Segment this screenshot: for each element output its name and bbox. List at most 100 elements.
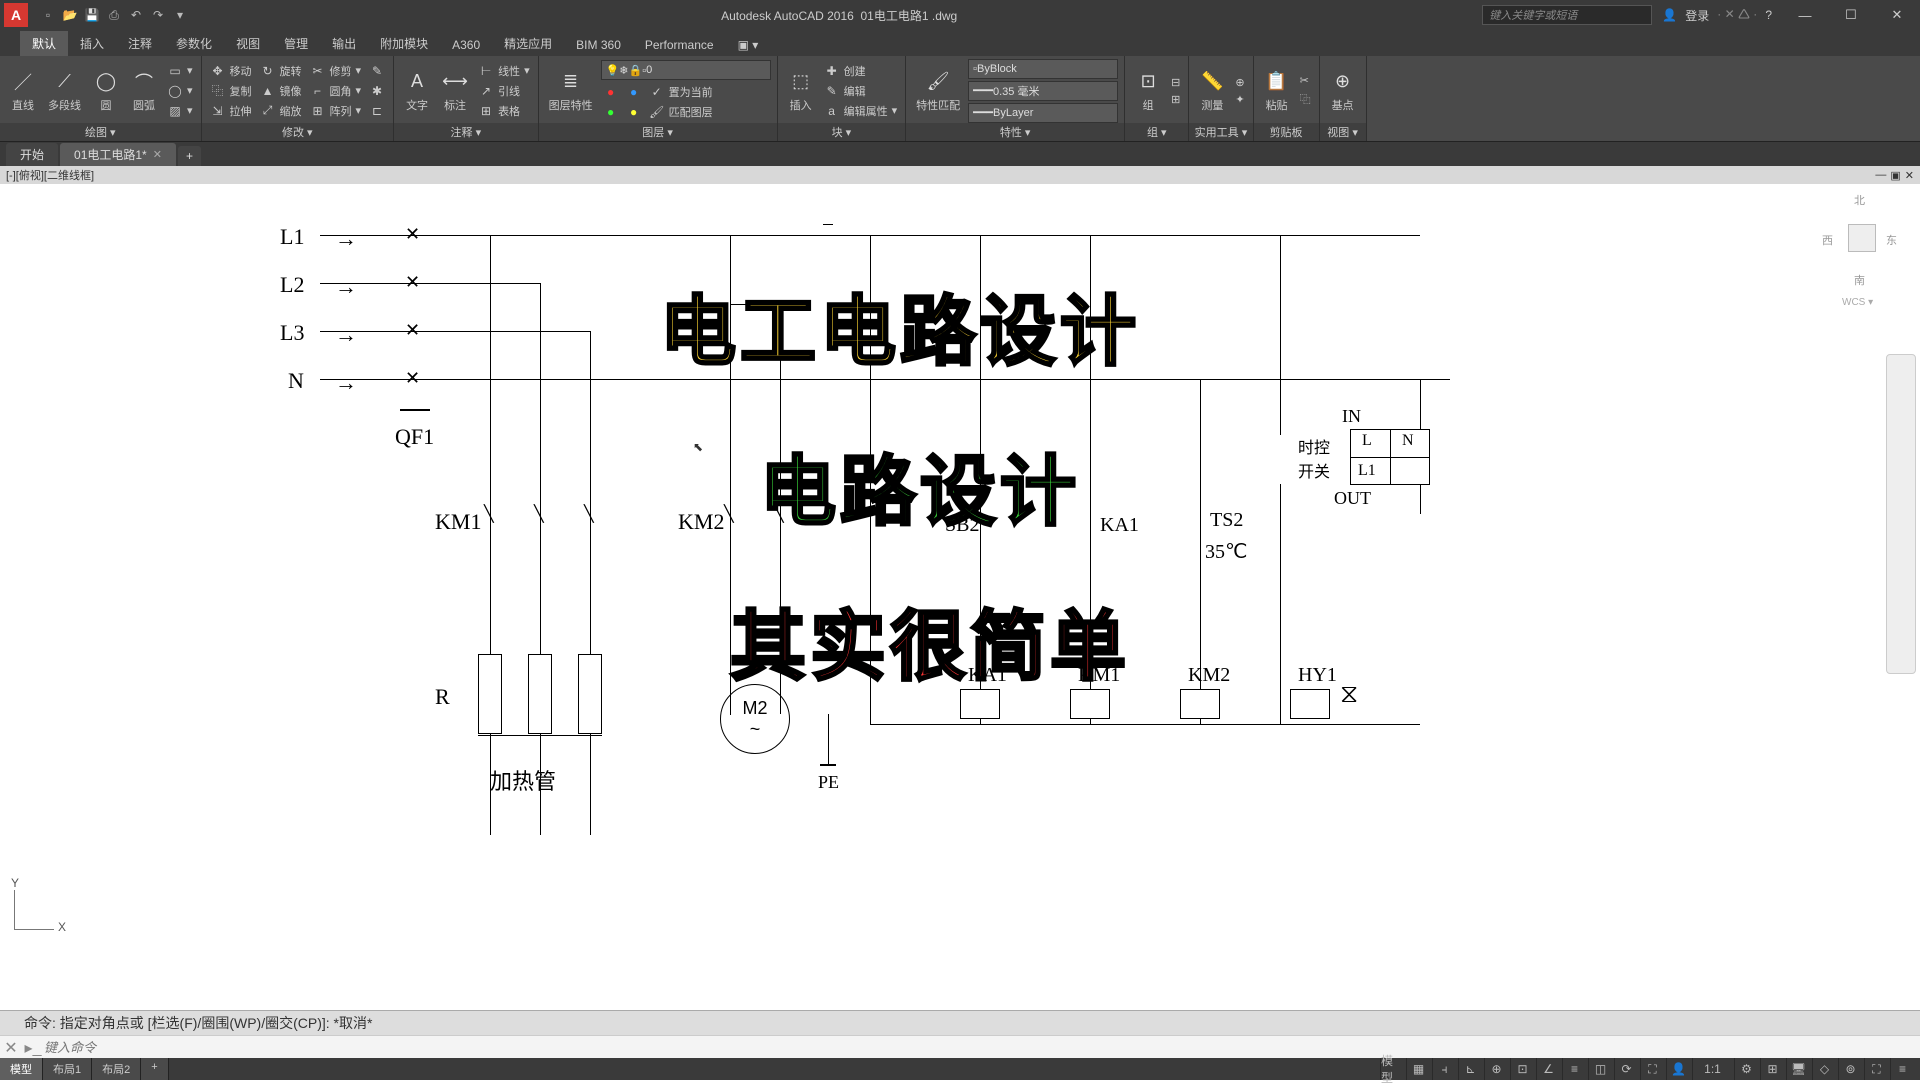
ortho-icon[interactable]: ⊾ xyxy=(1458,1058,1482,1080)
tab-manage[interactable]: 管理 xyxy=(272,31,320,56)
linear-button[interactable]: ⊢线性▾ xyxy=(476,62,532,80)
osnap-icon[interactable]: ⊡ xyxy=(1510,1058,1534,1080)
lweight-icon[interactable]: ≡ xyxy=(1562,1058,1586,1080)
fillet-button[interactable]: ⌐圆角▾ xyxy=(308,82,364,100)
arc-button[interactable]: ⌒圆弧 xyxy=(127,67,161,115)
close-tab-icon[interactable]: ✕ xyxy=(153,148,162,161)
ellipse-button[interactable]: ◯▾ xyxy=(165,82,195,100)
layout2-tab[interactable]: 布局2 xyxy=(92,1058,141,1080)
linetype-dropdown[interactable]: ━━━ ByLayer xyxy=(968,103,1118,123)
paste-button[interactable]: 📋粘贴 xyxy=(1260,67,1294,115)
rect-button[interactable]: ▭▾ xyxy=(165,62,195,80)
tab-performance[interactable]: Performance xyxy=(633,34,726,56)
tab-a360[interactable]: A360 xyxy=(440,34,492,56)
login-icon[interactable]: 👤 xyxy=(1662,8,1677,22)
close-button[interactable]: ✕ xyxy=(1874,0,1920,30)
qat-more-icon[interactable]: ▾ xyxy=(170,5,190,25)
table-button[interactable]: ⊞表格 xyxy=(476,102,532,120)
copy-button[interactable]: ⿻复制 xyxy=(208,82,254,100)
stretch-button[interactable]: ⇲拉伸 xyxy=(208,102,254,120)
layer-i1[interactable]: ● xyxy=(601,83,621,101)
model-tab[interactable]: 模型 xyxy=(0,1058,43,1080)
new-icon[interactable]: ▫ xyxy=(38,5,58,25)
line-button[interactable]: ／直线 xyxy=(6,67,40,115)
saveas-icon[interactable]: ⎙ xyxy=(104,5,124,25)
command-input[interactable] xyxy=(44,1040,1920,1055)
color-dropdown[interactable]: ▫ ByBlock xyxy=(968,59,1118,79)
vp-max-icon[interactable]: ▣ xyxy=(1890,169,1900,182)
polyline-button[interactable]: ⟋多段线 xyxy=(44,67,85,115)
array-button[interactable]: ⊞阵列▾ xyxy=(308,102,364,120)
tab-featured[interactable]: 精选应用 xyxy=(492,31,564,56)
login-link[interactable]: 登录 xyxy=(1685,7,1709,24)
tab-insert[interactable]: 插入 xyxy=(68,31,116,56)
scale-button[interactable]: ⤢缩放 xyxy=(258,102,304,120)
clean-icon[interactable]: ⛶ xyxy=(1864,1058,1888,1080)
maximize-button[interactable]: ☐ xyxy=(1828,0,1874,30)
util-i1[interactable]: ⊕ xyxy=(1233,75,1246,90)
matchlayer-button[interactable]: 🖌匹配图层 xyxy=(647,103,715,121)
close-cmdline-icon[interactable]: ✕ xyxy=(0,1038,22,1058)
tab-bim360[interactable]: BIM 360 xyxy=(564,34,633,56)
layer-dropdown[interactable]: 💡❄🔒▫ 0 xyxy=(601,60,771,80)
monitor-icon[interactable]: 🖥 xyxy=(1786,1058,1810,1080)
tab-parametric[interactable]: 参数化 xyxy=(164,31,224,56)
util-i2[interactable]: ✦ xyxy=(1233,92,1246,107)
copy-clip-icon[interactable]: ⿻ xyxy=(1298,90,1313,108)
measure-button[interactable]: 📏测量 xyxy=(1195,67,1229,115)
layer-props-button[interactable]: ≣图层特性 xyxy=(545,67,597,115)
vp-min-icon[interactable]: — xyxy=(1875,169,1886,182)
erase-icon[interactable]: ✎ xyxy=(367,62,387,80)
setcurrent-button[interactable]: ✓置为当前 xyxy=(647,83,715,101)
offset-icon[interactable]: ⊏ xyxy=(367,102,387,120)
app-logo[interactable]: A xyxy=(4,3,28,27)
snap-icon[interactable]: ⫞ xyxy=(1432,1058,1456,1080)
match-props-button[interactable]: 🖌特性匹配 xyxy=(912,67,964,115)
status-model[interactable]: 模型 xyxy=(1380,1058,1404,1080)
viewcube[interactable]: 北 西 东 南 WCS ▾ xyxy=(1822,192,1902,322)
undo-icon[interactable]: ↶ xyxy=(126,5,146,25)
edit-block-button[interactable]: ✎编辑 xyxy=(822,82,900,100)
scale-display[interactable]: 1:1 xyxy=(1692,1058,1732,1080)
tab-annotate[interactable]: 注释 xyxy=(116,31,164,56)
tab-view[interactable]: 视图 xyxy=(224,31,272,56)
ws-icon[interactable]: ⊞ xyxy=(1760,1058,1784,1080)
file-tab-1[interactable]: 01电工电路1*✕ xyxy=(60,143,176,166)
annscale-icon[interactable]: 👤 xyxy=(1666,1058,1690,1080)
hatch-button[interactable]: ▨▾ xyxy=(165,102,195,120)
basepoint-button[interactable]: ⊕基点 xyxy=(1326,67,1360,115)
help-icon[interactable]: ? xyxy=(1765,8,1772,22)
info-search[interactable]: 键入关键字或短语 xyxy=(1482,5,1652,25)
ann-icon[interactable]: ⛶ xyxy=(1640,1058,1664,1080)
layer-i3[interactable]: ● xyxy=(624,83,644,101)
grp-i1[interactable]: ⊟ xyxy=(1169,75,1182,90)
rotate-button[interactable]: ↻旋转 xyxy=(258,62,304,80)
viewport-label[interactable]: [-][俯视][二维线框] xyxy=(6,167,94,183)
command-line[interactable]: ✕ ▸_ xyxy=(0,1035,1920,1059)
layer-i4[interactable]: ● xyxy=(624,103,644,121)
cut-icon[interactable]: ✂ xyxy=(1298,73,1313,88)
iso-icon[interactable]: ◇ xyxy=(1812,1058,1836,1080)
leader-button[interactable]: ↗引线 xyxy=(476,82,532,100)
open-icon[interactable]: 📂 xyxy=(60,5,80,25)
move-button[interactable]: ✥移动 xyxy=(208,62,254,80)
start-tab[interactable]: 开始 xyxy=(6,143,58,166)
layout1-tab[interactable]: 布局1 xyxy=(43,1058,92,1080)
circle-button[interactable]: ◯圆 xyxy=(89,67,123,115)
mirror-button[interactable]: ▲镜像 xyxy=(258,82,304,100)
tab-expand[interactable]: ▣ ▾ xyxy=(726,34,771,56)
trim-button[interactable]: ✂修剪▾ xyxy=(308,62,364,80)
insert-block-button[interactable]: ⬚插入 xyxy=(784,67,818,115)
transp-icon[interactable]: ◫ xyxy=(1588,1058,1612,1080)
otrack-icon[interactable]: ∠ xyxy=(1536,1058,1560,1080)
new-tab-button[interactable]: + xyxy=(178,146,201,166)
grp-i2[interactable]: ⊞ xyxy=(1169,92,1182,107)
cycle-icon[interactable]: ⟳ xyxy=(1614,1058,1638,1080)
grid-icon[interactable]: ▦ xyxy=(1406,1058,1430,1080)
add-layout-tab[interactable]: + xyxy=(141,1058,168,1080)
minimize-button[interactable]: — xyxy=(1782,0,1828,30)
text-button[interactable]: A文字 xyxy=(400,67,434,115)
tab-output[interactable]: 输出 xyxy=(320,31,368,56)
tab-default[interactable]: 默认 xyxy=(20,31,68,56)
polar-icon[interactable]: ⊕ xyxy=(1484,1058,1508,1080)
